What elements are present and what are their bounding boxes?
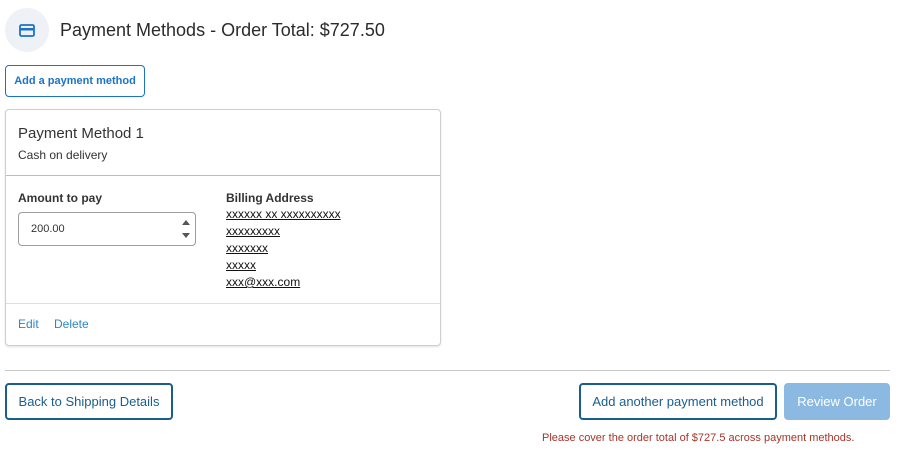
page-title: Payment Methods - Order Total: $727.50 [60, 19, 385, 40]
credit-card-icon [5, 8, 49, 52]
payment-method-card-footer: Edit Delete [6, 304, 440, 347]
payment-method-card-body: Amount to pay 200.00 Billing Address xxx… [6, 176, 440, 304]
stepper-up-icon[interactable] [182, 220, 190, 225]
add-payment-method-button[interactable]: Add a payment method [5, 65, 145, 97]
payment-method-card-header: Payment Method 1 Cash on delivery [6, 110, 440, 176]
billing-address-line: xxxxxxxxx [226, 224, 280, 238]
amount-input[interactable]: 200.00 [18, 212, 196, 246]
stepper-down-icon[interactable] [182, 233, 190, 238]
billing-address-line: xxxxxx xx xxxxxxxxxx [226, 207, 341, 221]
amount-value: 200.00 [31, 223, 65, 235]
payment-method-card: Payment Method 1 Cash on delivery Amount… [5, 109, 441, 346]
review-order-button[interactable]: Review Order [784, 383, 890, 420]
amount-stepper[interactable] [181, 217, 191, 241]
billing-address-email: xxx@xxx.com [226, 275, 301, 289]
add-another-payment-method-button[interactable]: Add another payment method [579, 383, 777, 420]
payment-method-type: Cash on delivery [18, 148, 108, 162]
billing-address-line: xxxxxxx [226, 241, 268, 255]
edit-link[interactable]: Edit [18, 317, 39, 331]
delete-link[interactable]: Delete [54, 317, 89, 331]
billing-address-line: xxxxx [226, 258, 256, 272]
amount-label: Amount to pay [18, 191, 102, 205]
back-to-shipping-button[interactable]: Back to Shipping Details [5, 383, 173, 420]
order-total-warning: Please cover the order total of $727.5 a… [542, 432, 855, 444]
page-header: Payment Methods - Order Total: $727.50 [5, 8, 385, 52]
payment-method-title: Payment Method 1 [18, 125, 144, 142]
billing-address-label: Billing Address [226, 191, 314, 205]
section-divider [5, 370, 890, 371]
